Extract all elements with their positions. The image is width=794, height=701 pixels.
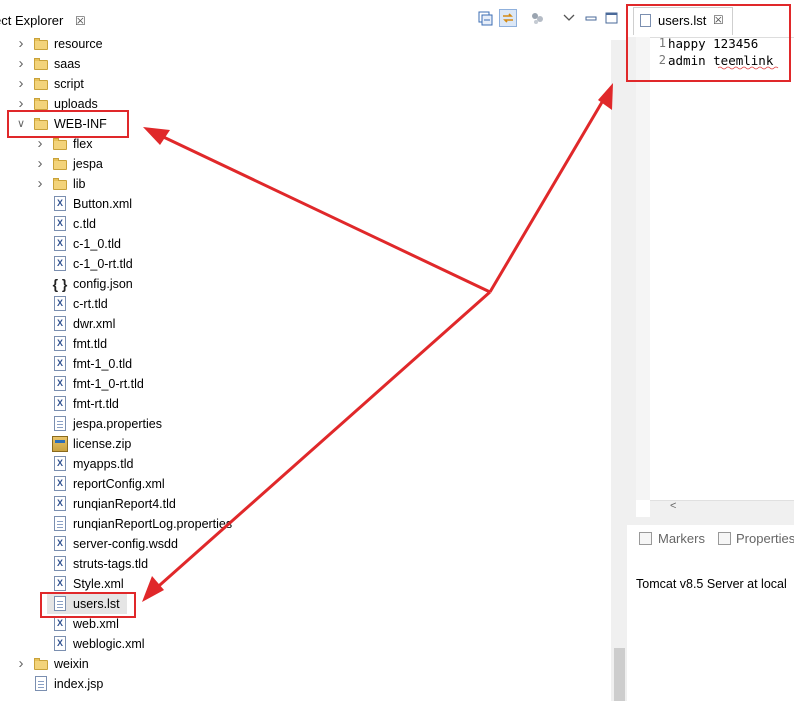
arrow-to-users-lst xyxy=(151,290,491,594)
arrow-to-web-inf xyxy=(154,131,491,294)
arrow-to-editor xyxy=(488,91,610,293)
arrowhead xyxy=(143,127,170,145)
arrowhead xyxy=(142,576,164,602)
annotation-arrows xyxy=(142,83,613,602)
